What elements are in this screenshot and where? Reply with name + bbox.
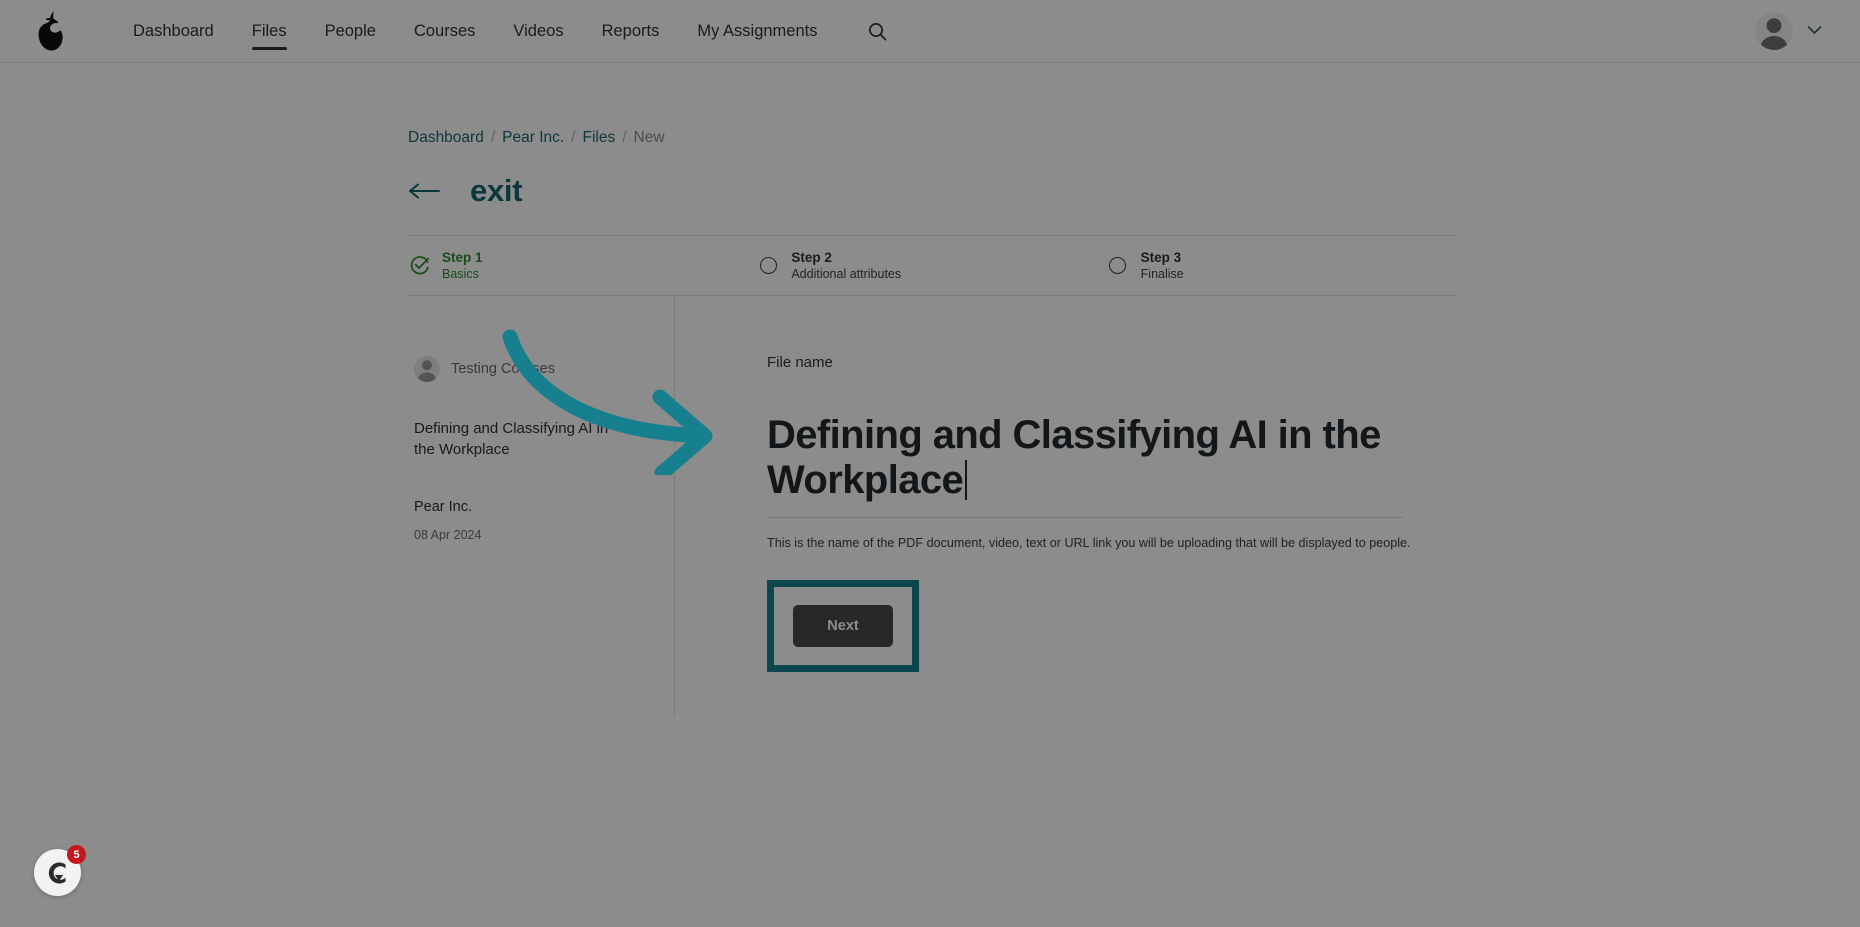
step-2-text: Step 2 Additional attributes: [791, 250, 901, 282]
owner-row: Testing Courses: [414, 356, 648, 382]
step-1[interactable]: Step 1 Basics: [408, 250, 757, 282]
file-summary-panel: Testing Courses Defining and Classifying…: [408, 296, 675, 716]
nav-item-label: Videos: [513, 21, 564, 40]
chevron-down-icon[interactable]: [1807, 22, 1822, 40]
step-2-title: Step 2: [791, 249, 832, 265]
arrow-left-icon: [408, 183, 442, 199]
step-1-title: Step 1: [442, 249, 483, 265]
file-name-helper-text: This is the name of the PDF document, vi…: [767, 535, 1411, 550]
nav-item-courses[interactable]: Courses: [395, 0, 494, 62]
summary-date: 08 Apr 2024: [414, 527, 482, 542]
breadcrumb-item-new: New: [633, 129, 665, 146]
nav-item-label: My Assignments: [697, 21, 818, 40]
wizard-stepper: Step 1 Basics Step 2 Additional attribut…: [408, 235, 1456, 296]
nav-links: Dashboard Files People Courses Videos Re…: [114, 0, 894, 62]
page-content: Dashboard / Pear Inc. / Files / New exit: [0, 63, 1860, 716]
step-1-subtitle: Basics: [442, 267, 479, 282]
next-button-highlight: Next: [767, 579, 919, 672]
exit-button[interactable]: exit: [408, 173, 578, 209]
breadcrumb-item-files[interactable]: Files: [582, 129, 615, 147]
nav-item-my-assignments[interactable]: My Assignments: [678, 0, 836, 62]
step-2[interactable]: Step 2 Additional attributes: [757, 250, 1106, 282]
owner-name: Testing Courses: [451, 361, 555, 377]
search-icon[interactable]: [860, 14, 894, 48]
exit-label: exit: [470, 173, 523, 208]
breadcrumb: Dashboard / Pear Inc. / Files / New: [408, 89, 1458, 147]
wizard-body: Testing Courses Defining and Classifying…: [408, 296, 1456, 716]
file-name-form: File name Defining and Classifying AI in…: [675, 296, 1456, 716]
page-root: Dashboard Files People Courses Videos Re…: [0, 0, 1860, 927]
nav-item-label: Dashboard: [133, 21, 214, 40]
breadcrumb-separator: /: [571, 129, 576, 146]
step-3-text: Step 3 Finalise: [1141, 250, 1184, 282]
file-name-label: File name: [767, 354, 833, 371]
breadcrumb-separator: /: [622, 129, 627, 146]
breadcrumb-separator: /: [490, 129, 496, 146]
nav-item-label: Files: [251, 21, 287, 40]
content-inner: Dashboard / Pear Inc. / Files / New exit: [408, 89, 1458, 716]
summary-org-name: Pear Inc.: [414, 498, 473, 515]
nav-item-label: Courses: [413, 21, 476, 40]
file-name-value: Defining and Classifying AI in the Workp…: [767, 413, 1381, 502]
empty-circle-icon: [757, 254, 779, 276]
check-circle-icon: [408, 254, 430, 276]
nav-item-videos[interactable]: Videos: [494, 0, 582, 62]
nav-item-dashboard[interactable]: Dashboard: [114, 0, 233, 62]
step-3-title: Step 3: [1140, 249, 1182, 265]
nav-item-label: People: [324, 21, 376, 40]
chat-widget-button[interactable]: 5: [34, 845, 86, 896]
step-3[interactable]: Step 3 Finalise: [1107, 250, 1456, 282]
user-avatar-icon[interactable]: [1755, 12, 1793, 50]
top-navigation-bar: Dashboard Files People Courses Videos Re…: [0, 0, 1860, 63]
file-name-input[interactable]: Defining and Classifying AI in the Workp…: [767, 413, 1403, 518]
empty-circle-icon: [1107, 254, 1129, 276]
nav-item-files[interactable]: Files: [233, 0, 306, 62]
breadcrumb-item-pear-inc[interactable]: Pear Inc.: [502, 129, 564, 147]
nav-right-area: [1755, 12, 1838, 50]
summary-doc-title: Defining and Classifying AI in the Workp…: [414, 420, 609, 459]
text-caret: [965, 459, 967, 500]
chat-widget-badge: 5: [67, 845, 86, 864]
nav-item-label: Reports: [601, 21, 660, 40]
nav-item-reports[interactable]: Reports: [583, 0, 679, 62]
breadcrumb-item-dashboard[interactable]: Dashboard: [408, 129, 484, 147]
step-2-subtitle: Additional attributes: [791, 267, 902, 282]
step-1-text: Step 1 Basics: [442, 250, 483, 282]
nav-item-people[interactable]: People: [306, 0, 395, 62]
step-3-subtitle: Finalise: [1140, 267, 1184, 282]
pear-logo-icon[interactable]: [28, 8, 74, 54]
next-button[interactable]: Next: [793, 604, 893, 647]
owner-avatar-icon: [414, 356, 440, 382]
